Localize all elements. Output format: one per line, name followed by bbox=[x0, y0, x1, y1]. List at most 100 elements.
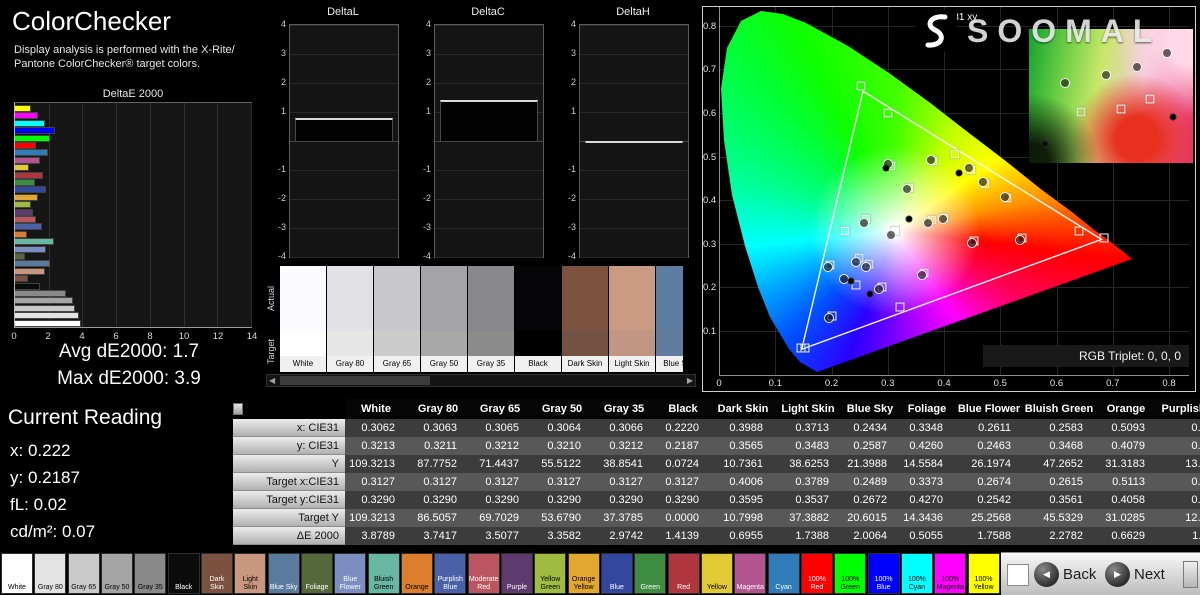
palette-swatch-label: Cyan bbox=[769, 584, 799, 592]
table-cell: 0.3537 bbox=[775, 491, 841, 509]
de2000-bar bbox=[15, 106, 30, 111]
palette-swatch[interactable]: 100% Blue bbox=[868, 553, 900, 594]
palette-swatch[interactable]: Gray 50 bbox=[101, 553, 133, 594]
de2000-bar bbox=[15, 165, 28, 170]
palette-swatch[interactable]: 100% Magenta bbox=[934, 553, 966, 594]
table-cell: 87.7752 bbox=[407, 455, 469, 473]
palette-swatch[interactable]: 100% Red bbox=[801, 553, 833, 594]
palette-swatch[interactable]: Green bbox=[634, 553, 666, 594]
next-arrow-icon[interactable]: ▶ bbox=[1105, 562, 1130, 587]
table-column-header: Orange bbox=[1095, 399, 1157, 419]
comparison-column: Gray 35 bbox=[468, 266, 514, 372]
mini-axis-tick: -3 bbox=[271, 222, 286, 232]
mini-axis-tick: -4 bbox=[271, 251, 286, 261]
palette-swatch-label: Bluish Green bbox=[369, 576, 399, 592]
table-cell: 3.5077 bbox=[469, 527, 531, 545]
palette-swatch[interactable]: Red bbox=[668, 553, 700, 594]
table-corner-button[interactable] bbox=[233, 403, 243, 415]
palette-swatch[interactable]: Moderate Red bbox=[468, 553, 500, 594]
mini-axis-tick: -4 bbox=[561, 251, 576, 261]
mini-gridline bbox=[435, 199, 543, 200]
color-tile-icon[interactable] bbox=[1007, 564, 1029, 586]
palette-swatch[interactable]: Yellow bbox=[701, 553, 733, 594]
table-cell: 37.3785 bbox=[593, 509, 655, 527]
palette-swatch[interactable]: Blue Flower bbox=[334, 553, 366, 594]
mini-gridline bbox=[580, 257, 688, 258]
table-cell: 0.3212 bbox=[469, 437, 531, 455]
actual-row-label: Actual bbox=[266, 266, 279, 330]
description-line2: Pantone ColorChecker® target colors. bbox=[14, 58, 200, 70]
palette-swatch[interactable]: Gray 65 bbox=[68, 553, 100, 594]
back-arrow-glyph: ◀ bbox=[1043, 569, 1050, 579]
mini-axis-tick: -4 bbox=[416, 251, 431, 261]
actual-swatch bbox=[468, 266, 514, 330]
palette-swatch[interactable]: 100% Green bbox=[834, 553, 866, 594]
table-cell: 12.7227 bbox=[1157, 509, 1200, 527]
table-cell: 0.4058 bbox=[1095, 491, 1157, 509]
comparison-scrollbar[interactable]: ◀ ▶ bbox=[266, 374, 696, 387]
table-cell: 45.5329 bbox=[1023, 509, 1095, 527]
reading-line: fL: 0.02 bbox=[10, 491, 95, 518]
mini-gridline bbox=[580, 112, 688, 113]
table-cell: 0.3290 bbox=[469, 491, 531, 509]
table-cell: 0.3064 bbox=[531, 419, 593, 437]
palette-swatch[interactable]: Gray 35 bbox=[134, 553, 166, 594]
inset-marker-circle bbox=[1132, 62, 1142, 72]
target-swatch bbox=[468, 330, 514, 356]
reading-line: cd/m²: 0.07 bbox=[10, 518, 95, 545]
cie-marker-square bbox=[1099, 234, 1108, 243]
mini-chart-plot bbox=[289, 24, 399, 258]
palette-swatch[interactable]: Foliage bbox=[301, 553, 333, 594]
mini-axis-tick: 4 bbox=[561, 19, 576, 29]
palette-swatch-label: Gray 50 bbox=[102, 584, 132, 592]
cie-axis-tick: 0.7 bbox=[703, 64, 716, 75]
de2000-bar bbox=[15, 321, 80, 326]
table-cell: 3.7417 bbox=[407, 527, 469, 545]
palette-swatch[interactable]: Yellow Green bbox=[534, 553, 566, 594]
cie-marker-circle bbox=[978, 177, 988, 187]
table-cell: 31.0285 bbox=[1095, 509, 1157, 527]
table-row-label: Y bbox=[233, 455, 345, 473]
palette-swatch[interactable]: 100% Yellow bbox=[968, 553, 1000, 594]
palette-swatch[interactable]: Orange Yellow bbox=[568, 553, 600, 594]
palette-swatch[interactable]: Blue bbox=[601, 553, 633, 594]
soomal-watermark: SOOMAL bbox=[915, 10, 1161, 52]
palette-swatch[interactable]: Gray 80 bbox=[34, 553, 66, 594]
palette-swatch[interactable]: Cyan bbox=[768, 553, 800, 594]
table-column-header: Bluish Green bbox=[1023, 399, 1095, 419]
panel-toggle-icon[interactable] bbox=[1183, 561, 1198, 588]
palette-swatch[interactable]: 100% Cyan bbox=[901, 553, 933, 594]
scrollbar-thumb[interactable] bbox=[280, 376, 430, 385]
palette-swatch[interactable]: Bluish Green bbox=[368, 553, 400, 594]
palette-swatch[interactable]: Orange bbox=[401, 553, 433, 594]
back-button[interactable]: Back bbox=[1063, 566, 1096, 583]
table-column-header: Gray 35 bbox=[593, 399, 655, 419]
table-row-label: Target x:CIE31 bbox=[233, 473, 345, 491]
palette-swatch[interactable]: Purple bbox=[501, 553, 533, 594]
scroll-left-icon[interactable]: ◀ bbox=[269, 375, 275, 386]
table-cell: 0.3290 bbox=[345, 491, 407, 509]
palette-swatch[interactable]: Magenta bbox=[734, 553, 766, 594]
mini-chart: DeltaH4321-1-2-3-4 bbox=[579, 4, 687, 266]
next-button[interactable]: Next bbox=[1134, 566, 1165, 583]
palette-swatch[interactable]: Light Skin bbox=[234, 553, 266, 594]
comparison-columns: WhiteGray 80Gray 65Gray 50Gray 35BlackDa… bbox=[280, 266, 683, 372]
scroll-right-icon[interactable]: ▶ bbox=[687, 375, 693, 386]
palette-swatch[interactable]: White bbox=[1, 553, 33, 594]
cie-marker-circle bbox=[874, 284, 884, 294]
palette-swatch-label: 100% Cyan bbox=[902, 576, 932, 592]
table-cell: 109.3213 bbox=[345, 455, 407, 473]
table-cell: 1.5411 bbox=[1157, 527, 1200, 545]
table-column-header: Gray 80 bbox=[407, 399, 469, 419]
table-cell: 0.3212 bbox=[593, 437, 655, 455]
table-cell: 69.7029 bbox=[469, 509, 531, 527]
palette-swatch[interactable]: Black bbox=[168, 553, 200, 594]
palette-swatch[interactable]: Dark Skin bbox=[201, 553, 233, 594]
palette-swatch[interactable]: Blue Sky bbox=[268, 553, 300, 594]
back-arrow-icon[interactable]: ◀ bbox=[1034, 562, 1059, 587]
table-cell: 0.3713 bbox=[775, 419, 841, 437]
inset-marker-circle bbox=[1060, 78, 1070, 88]
table-corner-cell bbox=[233, 399, 345, 419]
table-column-header: Black bbox=[655, 399, 711, 419]
palette-swatch[interactable]: Purplish Blue bbox=[434, 553, 466, 594]
